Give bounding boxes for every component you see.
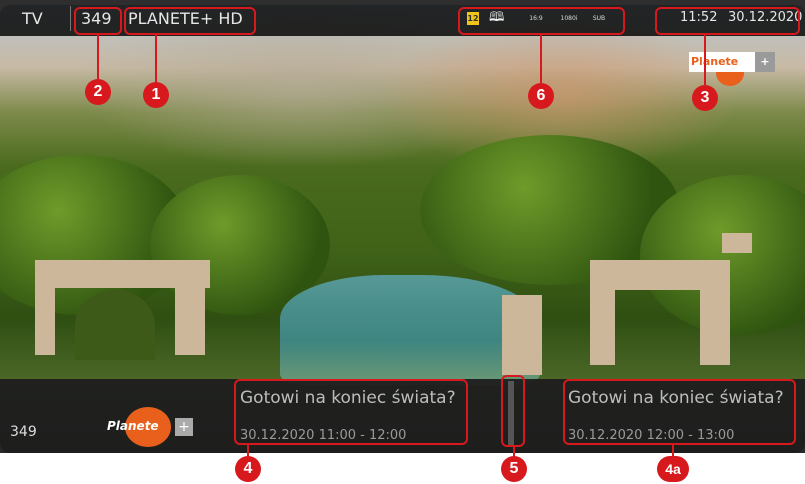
bridge-left-pillar <box>35 285 55 355</box>
channel-watermark-logo: Planete + <box>689 52 775 72</box>
bottom-channel-number: 349 <box>10 424 37 440</box>
bridge-left-pillar <box>175 285 205 355</box>
bridge-left-arch <box>75 290 155 360</box>
logo-plus: + <box>175 418 193 436</box>
watermark-plus: + <box>755 52 775 72</box>
marker-6: 6 <box>528 83 554 109</box>
connector-6 <box>540 35 542 83</box>
bridge-ruin-pillar <box>502 295 542 375</box>
house <box>722 233 752 253</box>
connector-1 <box>155 35 157 82</box>
connector-3 <box>704 35 706 85</box>
highlight-channel-number <box>74 7 122 35</box>
highlight-badges <box>458 7 625 35</box>
logo-text: Planete <box>107 419 159 433</box>
marker-2: 2 <box>85 79 111 105</box>
channel-logo: Planete + <box>103 407 193 447</box>
scenery-river <box>280 275 540 385</box>
tv-mode-label: TV <box>22 9 43 28</box>
marker-5: 5 <box>501 456 527 482</box>
watermark-text: Planete <box>691 55 739 68</box>
bridge-right-pillar <box>700 285 730 365</box>
marker-1: 1 <box>143 82 169 108</box>
highlight-clock <box>655 7 800 35</box>
marker-4a: 4a <box>657 456 689 482</box>
bridge-right-pillar <box>590 285 615 365</box>
bridge-left <box>35 260 210 288</box>
highlight-next-program <box>563 379 796 445</box>
highlight-channel-name <box>124 7 256 35</box>
connector-2 <box>97 35 99 79</box>
highlight-progress <box>501 375 525 447</box>
divider <box>70 6 71 31</box>
marker-4: 4 <box>235 456 261 482</box>
marker-3: 3 <box>692 85 718 111</box>
highlight-current-program <box>234 379 468 445</box>
